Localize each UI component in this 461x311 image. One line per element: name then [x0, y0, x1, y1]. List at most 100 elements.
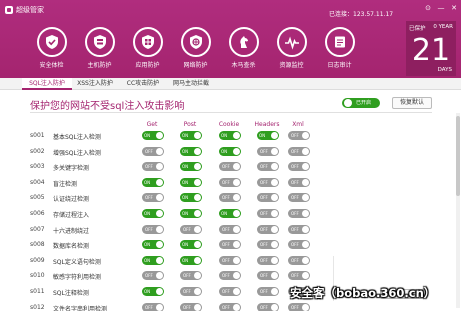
toggle-get[interactable]: OFF — [142, 302, 164, 311]
toggle-post[interactable]: OFF — [180, 302, 202, 311]
toggle-headers[interactable]: OFF — [257, 146, 279, 156]
toggle-headers[interactable]: OFF — [257, 193, 279, 203]
toggle-cookie[interactable]: OFF — [219, 177, 241, 187]
rule-id: s006 — [30, 210, 45, 217]
toggle-headers[interactable]: OFF — [257, 224, 279, 234]
toggle-cookie[interactable]: OFF — [219, 240, 241, 250]
minimize-icon[interactable]: — — [437, 4, 445, 12]
toggle-xml[interactable]: OFF — [288, 224, 310, 234]
master-protection-toggle[interactable]: 已开启 — [342, 98, 380, 108]
toggle-post[interactable]: OFF — [180, 287, 202, 296]
toggle-cookie[interactable]: OFF — [219, 302, 241, 311]
toggle-cookie[interactable]: OFF — [219, 271, 241, 281]
toggle-headers[interactable]: OFF — [257, 302, 279, 311]
rule-row: s010 敏感字符利用检测 OFF OFF OFF OFF OFF — [30, 271, 330, 282]
toggle-cookie[interactable]: ON — [219, 146, 241, 156]
nav-item-log-audit[interactable]: 日志审计 — [318, 27, 361, 69]
tab-webshell-block[interactable]: 网马主动拦截 — [168, 78, 214, 90]
toggle-cookie[interactable]: OFF — [219, 287, 241, 296]
rule-row: s001 基本SQL注入检测 ON ON ON ON OFF — [30, 131, 330, 142]
app-title: 超级管家 — [16, 6, 44, 14]
toggle-get[interactable]: ON — [142, 255, 164, 265]
toggle-post[interactable]: ON — [180, 255, 202, 265]
toggle-post[interactable]: ON — [180, 162, 202, 172]
nav-item-app-protection[interactable]: 应用防护 — [126, 27, 169, 69]
toggle-cookie[interactable]: ON — [219, 131, 241, 140]
rule-id: s010 — [30, 272, 45, 280]
toggle-post[interactable]: OFF — [180, 271, 202, 281]
toggle-get[interactable]: ON — [142, 177, 164, 187]
nav-item-host-protection[interactable]: 主机防护 — [78, 27, 121, 69]
nav-label: 主机防护 — [87, 62, 112, 69]
toggle-post[interactable]: ON — [180, 146, 202, 156]
toggle-post[interactable]: ON — [180, 240, 202, 250]
toggle-cookie[interactable]: OFF — [219, 193, 241, 203]
toggle-post[interactable]: OFF — [180, 224, 202, 234]
toggle-get[interactable]: ON — [142, 240, 164, 250]
toggle-post[interactable]: ON — [180, 131, 202, 140]
nav-item-trojan-scan[interactable]: 木马查杀 — [222, 27, 265, 69]
toggle-headers[interactable]: OFF — [257, 271, 279, 281]
toggle-xml[interactable]: OFF — [288, 177, 310, 187]
rule-name: SQL定义语句检测 — [53, 258, 101, 266]
toggle-xml[interactable]: OFF — [288, 271, 310, 281]
toggle-get[interactable]: OFF — [142, 146, 164, 156]
tab-sql-injection[interactable]: SQL注入防护 — [22, 78, 72, 90]
app-shield-icon — [132, 27, 163, 57]
toggle-xml[interactable]: OFF — [288, 209, 310, 218]
toggle-xml[interactable]: OFF — [288, 162, 310, 172]
heartbeat-icon — [276, 27, 307, 57]
toggle-xml[interactable]: OFF — [288, 240, 310, 250]
nav-item-resource-monitor[interactable]: 资源监控 — [270, 27, 313, 69]
horse-icon — [228, 27, 259, 57]
watermark: 安全客（bobao.360.cn） — [290, 286, 436, 300]
rule-name: 十六进制绕过 — [53, 227, 90, 235]
toggle-cookie[interactable]: OFF — [219, 224, 241, 234]
toggle-post[interactable]: ON — [180, 177, 202, 187]
days-count: 21 — [411, 33, 451, 68]
toggle-xml[interactable]: OFF — [288, 146, 310, 156]
toggle-headers[interactable]: ON — [257, 131, 279, 140]
rule-id: s003 — [30, 163, 45, 171]
toggle-xml[interactable]: OFF — [288, 302, 310, 311]
toggle-cookie[interactable]: OFF — [219, 255, 241, 265]
toggle-get[interactable]: ON — [142, 209, 164, 218]
toggle-get[interactable]: OFF — [142, 193, 164, 203]
toggle-xml[interactable]: OFF — [288, 255, 310, 265]
toggle-cookie[interactable]: OFF — [219, 162, 241, 172]
toggle-post[interactable]: ON — [180, 193, 202, 203]
tab-cc-attack[interactable]: CC攻击防护 — [118, 78, 168, 90]
rule-row: s007 十六进制绕过 OFF OFF OFF OFF OFF — [30, 224, 330, 236]
close-icon[interactable]: ✕ — [450, 4, 458, 12]
toggle-post[interactable]: ON — [180, 209, 202, 218]
rule-row: s005 认证绕过检测 OFF ON OFF OFF OFF — [30, 193, 330, 204]
tab-xss-injection[interactable]: XSS注入防护 — [72, 78, 118, 90]
rule-id: s001 — [30, 132, 45, 139]
settings-icon[interactable]: ⊙ — [424, 4, 432, 12]
toggle-xml[interactable]: OFF — [288, 131, 310, 140]
toggle-get[interactable]: OFF — [142, 271, 164, 281]
toggle-headers[interactable]: OFF — [257, 240, 279, 250]
toggle-get[interactable]: OFF — [142, 224, 164, 234]
restore-defaults-button[interactable]: 恢复默认 — [392, 97, 432, 109]
nav-label: 日志审计 — [327, 62, 352, 69]
nav-item-network-protection[interactable]: 网络防护 — [174, 27, 217, 69]
nav-item-security-check[interactable]: 安全体检 — [30, 27, 73, 69]
toggle-headers[interactable]: OFF — [257, 209, 279, 218]
toggle-headers[interactable]: OFF — [257, 162, 279, 172]
toggle-headers[interactable]: OFF — [257, 255, 279, 265]
network-shield-icon — [180, 27, 211, 57]
toggle-get[interactable]: ON — [142, 131, 164, 140]
window-controls: ⊙ — ✕ — [424, 4, 458, 12]
toggle-headers[interactable]: OFF — [257, 287, 279, 296]
toggle-cookie[interactable]: ON — [219, 209, 241, 218]
scrollbar-thumb[interactable] — [456, 116, 460, 196]
toggle-get[interactable]: ON — [142, 287, 164, 296]
rule-id: s002 — [30, 147, 45, 155]
toggle-xml[interactable]: OFF — [288, 193, 310, 203]
toggle-headers[interactable]: OFF — [257, 177, 279, 187]
nav-label: 网络防护 — [183, 62, 208, 69]
column-header-cookie: Cookie — [218, 121, 240, 128]
rule-id: s004 — [30, 178, 45, 186]
toggle-get[interactable]: OFF — [142, 162, 164, 172]
